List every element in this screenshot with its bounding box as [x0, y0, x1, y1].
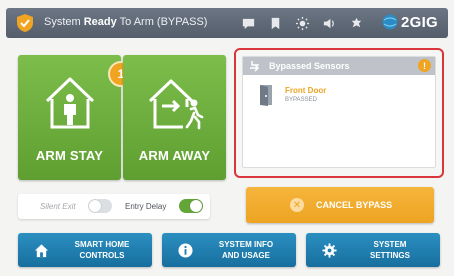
system-status-text: System Ready To Arm (BYPASS)	[44, 16, 208, 28]
status-ready: Ready	[83, 16, 117, 28]
smart-home-controls-button[interactable]: SMART HOME CONTROLS	[18, 233, 152, 267]
entry-delay-toggle[interactable]	[179, 199, 203, 213]
cancel-bypass-label: CANCEL BYPASS	[316, 200, 393, 210]
volume-icon[interactable]	[322, 16, 337, 31]
bypassed-sensors-panel: Bypassed Sensors ! Front Door BYPASSED	[234, 48, 444, 178]
house-person-icon	[45, 77, 95, 129]
exit-options-bar: Silent Exit Entry Delay	[18, 194, 210, 219]
gear-icon	[322, 243, 337, 258]
arm-stay-button[interactable]: ARM STAY	[18, 55, 121, 180]
door-icon	[260, 85, 272, 106]
sensor-name: Front Door	[285, 86, 327, 95]
house-exit-icon	[148, 79, 204, 130]
close-icon: ✕	[290, 198, 304, 212]
bypassed-sensors-header: Bypassed Sensors !	[243, 57, 435, 75]
bypassed-sensors-title: Bypassed Sensors	[269, 61, 350, 71]
brightness-icon[interactable]	[295, 16, 310, 31]
silent-exit-label: Silent Exit	[40, 202, 76, 211]
entry-delay-label: Entry Delay	[125, 202, 167, 211]
arm-away-button[interactable]: ARM AWAY	[123, 55, 226, 180]
shield-icon	[17, 14, 33, 32]
sensor-row-front-door[interactable]: Front Door BYPASSED	[259, 84, 409, 114]
cancel-bypass-button[interactable]: ✕ CANCEL BYPASS	[246, 187, 434, 223]
bookmark-icon[interactable]	[268, 16, 283, 31]
arm-away-label: ARM AWAY	[138, 148, 211, 163]
system-info-button[interactable]: SYSTEM INFO AND USAGE	[162, 233, 296, 267]
arm-stay-label: ARM STAY	[35, 148, 104, 163]
screen: System Ready To Arm (BYPASS) 2GIG ARM ST…	[0, 0, 454, 276]
globe-icon	[382, 14, 398, 30]
home-icon	[34, 244, 49, 258]
brand-logo: 2GIG	[381, 13, 438, 31]
settings-icon[interactable]	[349, 16, 364, 31]
status-header: System Ready To Arm (BYPASS) 2GIG	[6, 8, 448, 38]
info-icon	[178, 243, 193, 258]
alert-icon[interactable]: !	[418, 59, 431, 72]
system-settings-button[interactable]: SYSTEM SETTINGS	[306, 233, 440, 267]
sensor-status: BYPASSED	[285, 97, 317, 103]
bypass-arrow-icon	[250, 61, 260, 72]
silent-exit-toggle[interactable]	[88, 199, 112, 213]
brand-name: 2GIG	[400, 13, 438, 31]
message-icon[interactable]	[241, 16, 256, 31]
